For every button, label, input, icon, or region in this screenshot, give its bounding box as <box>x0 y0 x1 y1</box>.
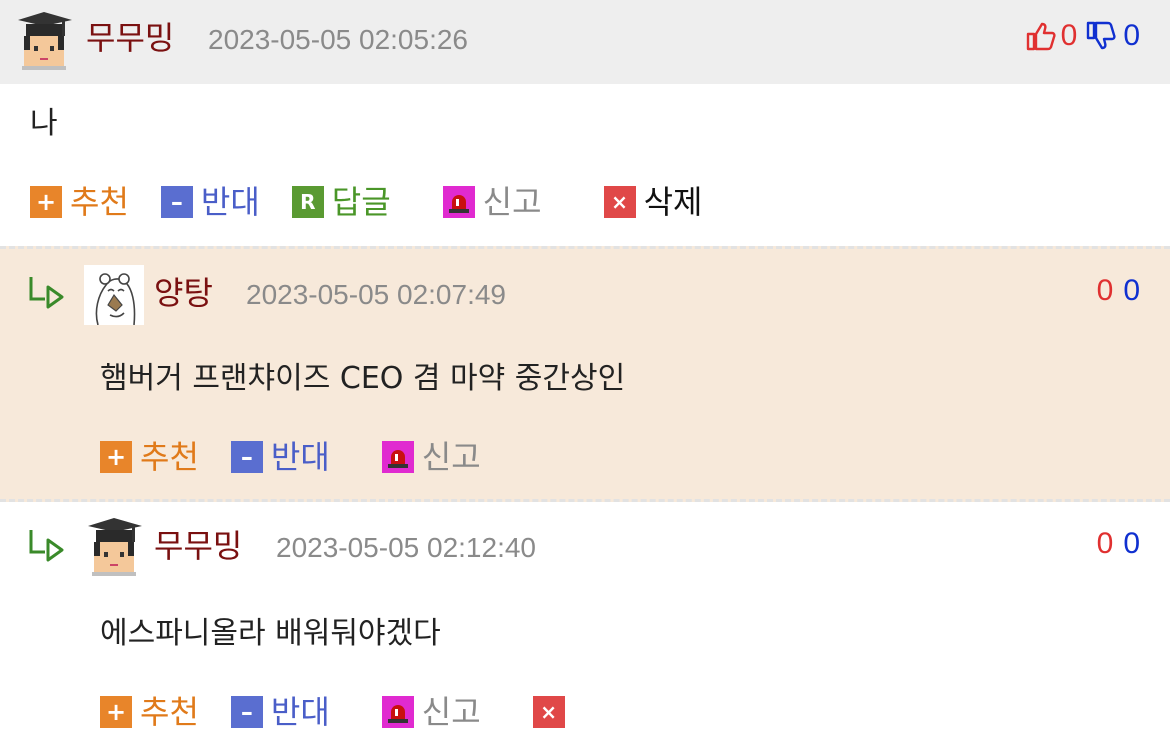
avatar[interactable] <box>14 10 74 70</box>
delete-button[interactable]: × <box>532 696 573 728</box>
comment-author[interactable]: 양탕 <box>154 273 213 313</box>
avatar[interactable] <box>84 265 144 325</box>
comment-actions: + 추천 – 반대 신고 × <box>100 692 605 732</box>
vote-down-count[interactable]: 0 <box>1123 524 1140 564</box>
report-button[interactable]: 신고 <box>442 182 542 222</box>
oppose-button[interactable]: – 반대 <box>230 692 330 732</box>
avatar[interactable] <box>84 516 144 576</box>
delete-button[interactable]: × 삭제 <box>603 182 703 222</box>
reply-comment: 무무밍 2023-05-05 02:12:40 0 0 에스파니올라 배워둬야겠… <box>0 502 1170 737</box>
reply-label: 답글 <box>331 183 391 221</box>
vote-counts: 0 0 <box>1025 16 1140 56</box>
report-button[interactable]: 신고 <box>381 692 481 732</box>
x-icon: × <box>532 696 565 728</box>
plus-icon: + <box>30 186 62 218</box>
delete-label: 삭제 <box>643 183 703 221</box>
comment-actions: + 추천 – 반대 R 답글 신고 × 삭제 <box>30 182 734 222</box>
x-icon: × <box>603 186 636 218</box>
comment-datetime: 2023-05-05 02:05:26 <box>208 24 468 55</box>
recommend-label: 추천 <box>70 183 129 221</box>
reply-comment: 양탕 2023-05-05 02:07:49 0 0 햄버거 프랜챠이즈 CEO… <box>0 246 1170 502</box>
comment-text: 나 <box>30 106 58 141</box>
recommend-button[interactable]: + 추천 <box>100 437 199 477</box>
vote-down-count: 0 <box>1123 19 1140 52</box>
thumbs-down-icon[interactable] <box>1085 20 1117 52</box>
vote-up-count[interactable]: 0 <box>1097 524 1114 564</box>
siren-icon <box>442 186 475 218</box>
vote-counts: 0 0 <box>1097 524 1140 564</box>
comment-datetime: 2023-05-05 02:07:49 <box>246 279 506 310</box>
minus-icon: – <box>230 696 263 728</box>
report-label: 신고 <box>421 693 481 731</box>
comment-author[interactable]: 무무밍 <box>154 526 242 566</box>
report-label: 신고 <box>421 438 481 476</box>
oppose-label: 반대 <box>270 693 330 731</box>
vote-down-count[interactable]: 0 <box>1123 271 1140 311</box>
minus-icon: – <box>230 441 263 473</box>
report-button[interactable]: 신고 <box>381 437 481 477</box>
thumbs-up-icon[interactable] <box>1025 20 1057 52</box>
reply-arrow-icon <box>29 277 64 309</box>
recommend-label: 추천 <box>140 693 199 731</box>
recommend-label: 추천 <box>140 438 199 476</box>
comment-actions: + 추천 – 반대 신고 <box>100 437 513 477</box>
oppose-button[interactable]: – 반대 <box>230 437 330 477</box>
siren-icon <box>381 696 414 728</box>
vote-up-count[interactable]: 0 <box>1097 271 1114 311</box>
plus-icon: + <box>100 696 132 728</box>
comment-datetime: 2023-05-05 02:12:40 <box>276 532 536 563</box>
comment-author[interactable]: 무무밍 <box>86 18 174 58</box>
comment-text: 에스파니올라 배워둬야겠다 <box>100 616 441 651</box>
recommend-button[interactable]: + 추천 <box>30 182 129 222</box>
oppose-label: 반대 <box>270 438 330 476</box>
oppose-label: 반대 <box>200 183 260 221</box>
reply-icon: R <box>291 186 324 218</box>
minus-icon: – <box>160 186 193 218</box>
vote-up-count: 0 <box>1060 19 1078 52</box>
reply-arrow-icon <box>29 530 64 562</box>
comment: 무무밍 2023-05-05 02:05:26 0 0 나 + 추천 – 반대 … <box>0 0 1170 246</box>
plus-icon: + <box>100 441 132 473</box>
reply-button[interactable]: R 답글 <box>291 182 391 222</box>
siren-icon <box>381 441 414 473</box>
comment-header <box>0 0 1170 84</box>
recommend-button[interactable]: + 추천 <box>100 692 199 732</box>
comment-text: 햄버거 프랜챠이즈 CEO 겸 마약 중간상인 <box>100 361 626 396</box>
oppose-button[interactable]: – 반대 <box>160 182 260 222</box>
report-label: 신고 <box>482 183 542 221</box>
vote-counts: 0 0 <box>1097 271 1140 311</box>
